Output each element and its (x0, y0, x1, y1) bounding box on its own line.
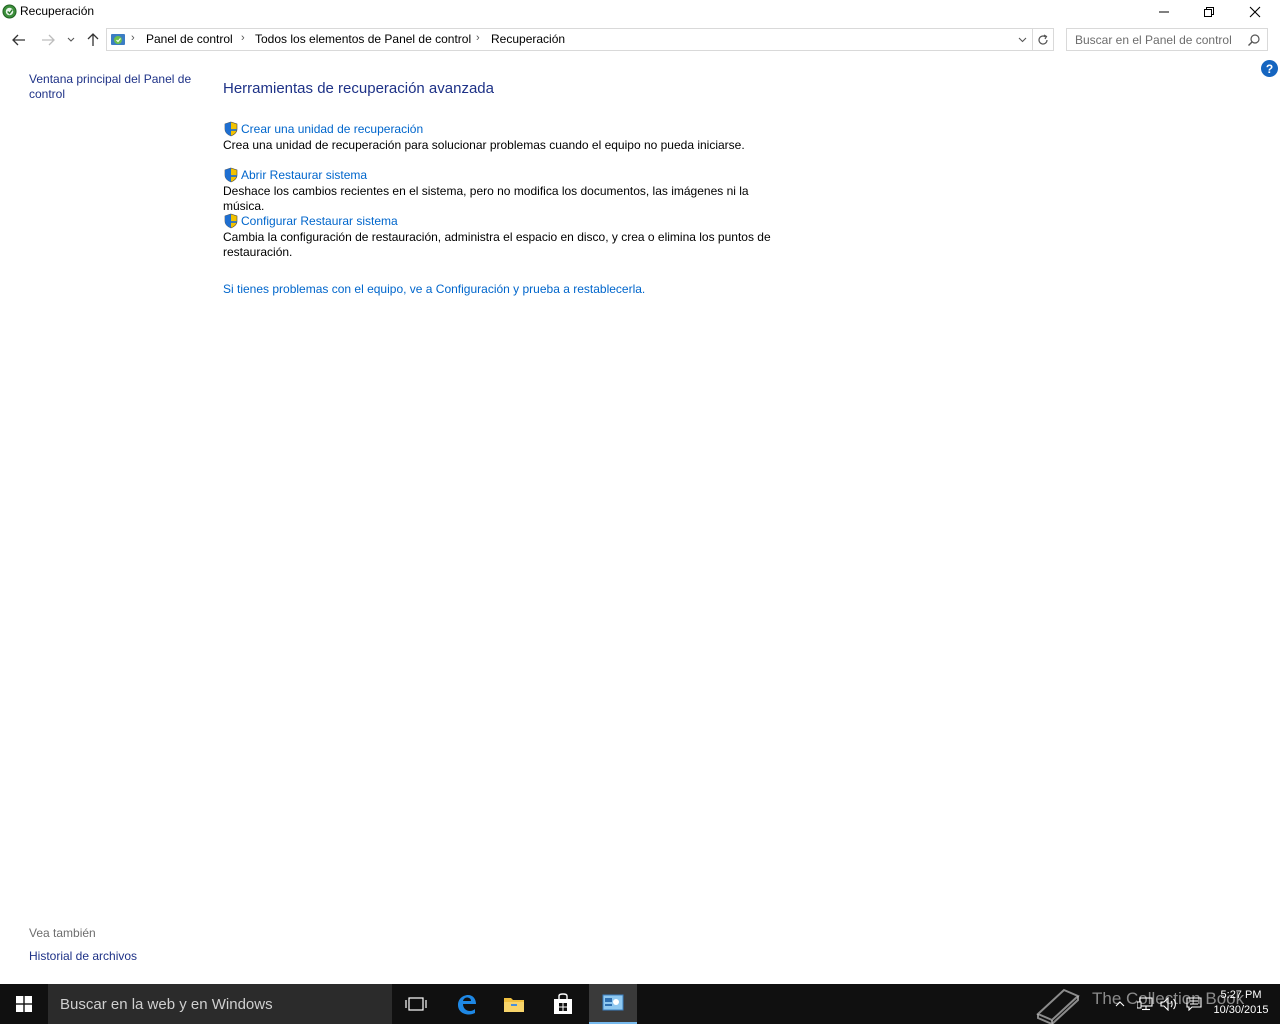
title-bar: Recuperación (0, 0, 1280, 24)
left-pane: Ventana principal del Panel de control V… (0, 56, 210, 984)
task-view-icon (405, 997, 427, 1011)
search-icon (1248, 34, 1260, 46)
breadcrumb-todos-los-elementos[interactable]: Todos los elementos de Panel de control (255, 32, 471, 46)
speaker-icon (1160, 997, 1176, 1011)
control-panel-icon (111, 34, 125, 45)
windows-logo-icon (16, 996, 32, 1012)
taskbar: Buscar en la web y en Windows The Collec… (0, 984, 1280, 1024)
restore-button[interactable] (1186, 0, 1232, 24)
minimize-button[interactable] (1141, 0, 1187, 24)
clock-date: 10/30/2015 (1213, 1004, 1269, 1016)
help-button[interactable]: ? (1261, 60, 1278, 77)
network-icon (1137, 997, 1153, 1011)
chevron-right-icon: › (241, 32, 245, 44)
create-recovery-drive-link[interactable]: Crear una unidad de recuperación (223, 121, 823, 137)
folder-icon (504, 998, 524, 1012)
store-icon (554, 993, 572, 1014)
action-center-button[interactable] (1183, 984, 1205, 1024)
search-input[interactable] (1067, 29, 1245, 50)
book-icon (1036, 988, 1080, 1024)
task-view-button[interactable] (392, 984, 440, 1024)
window-title: Recuperación (20, 4, 95, 18)
clock-time: 5:27 PM (1220, 989, 1262, 1001)
task-link-label[interactable]: Abrir Restaurar sistema (241, 168, 367, 182)
uac-shield-icon (224, 213, 238, 229)
help-icon: ? (1265, 61, 1274, 76)
forward-button[interactable] (38, 30, 58, 50)
task-open-system-restore: Abrir Restaurar sistema Deshace los camb… (223, 167, 823, 214)
recovery-icon (2, 4, 17, 19)
cortana-search-box[interactable]: Buscar en la web y en Windows (48, 984, 392, 1024)
arrow-right-icon (42, 34, 55, 46)
refresh-button[interactable] (1033, 28, 1054, 51)
see-also-heading: Vea también (29, 926, 96, 940)
minimize-icon (1159, 11, 1169, 13)
search-box[interactable] (1066, 28, 1268, 51)
back-button[interactable] (9, 30, 29, 50)
control-panel-icon (602, 994, 624, 1011)
file-history-link[interactable]: Historial de archivos (29, 949, 137, 963)
recent-locations-button[interactable] (63, 30, 79, 50)
store-button[interactable] (539, 984, 587, 1024)
clock[interactable]: 5:27 PM 10/30/2015 (1206, 988, 1276, 1018)
control-panel-taskbar-button[interactable] (589, 984, 637, 1024)
breadcrumb-panel-de-control[interactable]: Panel de control (146, 32, 233, 46)
configure-system-restore-link[interactable]: Configurar Restaurar sistema (223, 213, 823, 229)
open-system-restore-link[interactable]: Abrir Restaurar sistema (223, 167, 823, 183)
task-link-label[interactable]: Crear una unidad de recuperación (241, 122, 423, 136)
refresh-icon (1038, 33, 1048, 45)
task-link-label[interactable]: Configurar Restaurar sistema (241, 214, 398, 228)
network-button[interactable] (1134, 984, 1156, 1024)
address-bar[interactable]: › Panel de control › Todos los elementos… (106, 28, 1033, 51)
task-create-recovery-drive: Crear una unidad de recuperación Crea un… (223, 121, 823, 153)
start-button[interactable] (0, 984, 48, 1024)
edge-icon (458, 995, 476, 1015)
chevron-right-icon: › (131, 32, 135, 44)
task-description: Deshace los cambios recientes en el sist… (223, 184, 749, 213)
show-hidden-icons-button[interactable] (1112, 984, 1128, 1024)
chevron-down-icon (67, 37, 75, 42)
task-description: Cambia la configuración de restauración,… (223, 230, 771, 259)
restore-icon (1204, 7, 1214, 17)
control-panel-home-link[interactable]: Ventana principal del Panel de control (29, 72, 199, 102)
file-explorer-button[interactable] (490, 984, 538, 1024)
task-description: Crea una unidad de recuperación para sol… (223, 138, 745, 152)
uac-shield-icon (224, 121, 238, 137)
breadcrumb-recuperacion[interactable]: Recuperación (491, 32, 565, 46)
reset-pc-link[interactable]: Si tienes problemas con el equipo, ve a … (223, 282, 645, 296)
navigation-bar: › Panel de control › Todos los elementos… (0, 26, 1280, 54)
page-title: Herramientas de recuperación avanzada (223, 80, 494, 97)
task-configure-system-restore: Configurar Restaurar sistema Cambia la c… (223, 213, 823, 260)
up-button[interactable] (83, 30, 103, 50)
edge-button[interactable] (442, 984, 490, 1024)
address-dropdown-button[interactable] (1014, 32, 1030, 48)
arrow-up-icon (87, 33, 99, 46)
notification-icon (1186, 997, 1202, 1011)
chevron-right-icon: › (476, 32, 480, 44)
close-icon (1249, 6, 1261, 18)
arrow-left-icon (12, 34, 25, 46)
volume-button[interactable] (1158, 984, 1180, 1024)
cortana-search-text: Buscar en la web y en Windows (60, 996, 273, 1013)
uac-shield-icon (224, 167, 238, 183)
chevron-up-icon (1115, 1001, 1125, 1007)
close-button[interactable] (1232, 0, 1278, 24)
chevron-down-icon (1018, 37, 1026, 43)
